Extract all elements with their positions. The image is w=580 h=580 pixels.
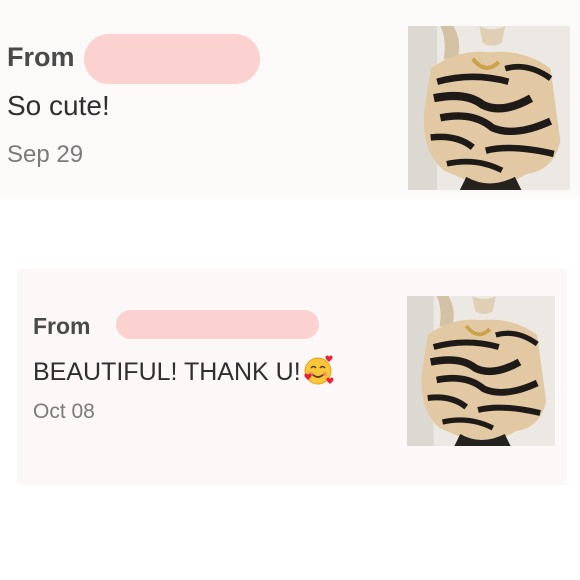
review-date: Oct 08 [33, 400, 95, 423]
zebra-sweater-image [407, 296, 555, 446]
smiling-face-with-hearts-icon [302, 355, 334, 387]
zebra-sweater-image [408, 26, 570, 190]
from-label: From [33, 313, 91, 339]
redacted-username [84, 34, 260, 84]
review-card: From BEAUTIFUL! THANK U! Oct 08 [17, 269, 567, 485]
product-thumbnail[interactable] [407, 296, 555, 446]
from-label: From [7, 42, 75, 72]
review-message: BEAUTIFUL! THANK U! [33, 355, 334, 387]
review-message-text: BEAUTIFUL! THANK U! [33, 358, 301, 386]
review-message: So cute! [7, 90, 110, 121]
review-card: From So cute! Sep 29 [0, 0, 580, 198]
review-date: Sep 29 [7, 141, 84, 168]
product-thumbnail[interactable] [408, 26, 570, 190]
redacted-username [116, 310, 319, 339]
